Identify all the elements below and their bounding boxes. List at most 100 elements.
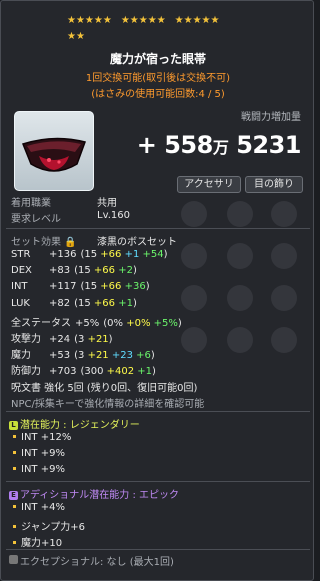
additional-header: E アディショナル潜在能力 : エピック [9, 486, 179, 501]
potential-line-text: INT +9% [21, 464, 65, 475]
stat-row: 防御力 +703 (300 +402 +1) [11, 362, 156, 377]
stat-name: LUK [11, 297, 30, 309]
potential-line-text: ジャンプ力+6 [21, 522, 85, 533]
stat-breakdown-part: +402 [106, 366, 135, 378]
stat-breakdown-part: ) [108, 334, 113, 345]
stat-name: 魔力 [11, 350, 31, 362]
stat-breakdown-part: ) [152, 366, 156, 378]
stat-breakdown-part: +5% [153, 317, 178, 329]
stat-breakdown-part: +21 [87, 334, 109, 345]
exceptional-row: エクセプショナル: なし (最大1回) [9, 553, 174, 568]
set-item-cell [177, 281, 211, 315]
stat-breakdown-part: +23 [111, 350, 133, 362]
set-item-cell [267, 281, 301, 315]
potential-label: 潜在能力 : レジェンダリー [20, 420, 140, 431]
power-increase-value: + 558万 5231 [136, 131, 302, 159]
stat-row: STR +136 (15 +66 +1 +54) [11, 249, 168, 260]
stat-breakdown-part: (15 [74, 265, 94, 277]
set-item-cell [177, 239, 211, 273]
stat-value: +5% [75, 317, 100, 329]
set-effect-label: セット効果 🔒 [11, 233, 77, 248]
additional-label: アディショナル潜在能力 : エピック [20, 490, 180, 501]
stat-breakdown-part: (0% [103, 317, 127, 329]
stat-name: 攻撃力 [11, 334, 41, 345]
stat-row: 攻撃力 +24 (3 +21) [11, 330, 113, 345]
stat-breakdown-part: ) [132, 297, 137, 309]
stat-breakdown-part: ) [177, 317, 182, 329]
scroll-upgrade-info: 呪文書 強化 5回 (残り0回、復旧可能0回) [11, 383, 198, 394]
star-force-row-1: ★★★★★ ★★★★★ ★★★★★ [67, 15, 219, 26]
exchange-info: 1回交換可能(取引後は交換不可) [85, 73, 231, 84]
set-item-cell [177, 197, 211, 231]
potential-line-text: INT +12% [21, 432, 72, 443]
stat-name: DEX [11, 265, 32, 277]
bullet-icon [13, 540, 16, 544]
stat-breakdown-part: (15 [74, 297, 94, 309]
star-group-icon: ★★★★★ [67, 15, 112, 26]
potential-line: ジャンプ力+6 [9, 518, 85, 533]
level-label: 要求レベル [11, 214, 61, 225]
potential-header: L 潜在能力 : レジェンダリー [9, 416, 140, 431]
stat-row: 魔力 +53 (3 +21 +23 +6) [11, 346, 155, 361]
stat-breakdown-part: +66 [93, 265, 116, 277]
stat-value: +136 [49, 249, 77, 260]
stat-breakdown-part: +21 [87, 350, 109, 362]
exceptional-icon [9, 555, 18, 564]
stat-breakdown-part: (300 [80, 366, 107, 378]
set-effect-label-text: セット効果 [11, 237, 61, 248]
stat-breakdown-part: ) [132, 265, 137, 277]
stat-value: +82 [49, 297, 71, 309]
stat-breakdown-part: ) [163, 249, 168, 260]
potential-line: INT +9% [9, 448, 65, 459]
stat-breakdown-part: ) [150, 350, 155, 362]
potential-line-text: INT +9% [21, 448, 65, 459]
potential-line: 魔力+10 [9, 534, 62, 549]
bullet-icon [13, 524, 16, 528]
power-man-unit: 万 [212, 138, 229, 157]
star-group-icon: ★★ [67, 31, 85, 42]
potential-line-text: INT +4% [21, 502, 65, 513]
power-value-man: + 558 [136, 131, 214, 159]
stat-breakdown-part: +54 [142, 249, 164, 260]
stat-name: STR [11, 249, 31, 260]
stat-value: +24 [49, 334, 71, 345]
set-item-cell [267, 239, 301, 273]
item-tooltip: ★★★★★ ★★★★★ ★★★★★ ★★ 魔力が宿った眼帯 1回交換可能(取引後は交… [0, 0, 314, 581]
set-item-cell [267, 323, 301, 357]
stat-row: LUK +82 (15 +66 +1) [11, 298, 137, 309]
divider [6, 411, 310, 412]
stat-name: 全ステータス [11, 317, 71, 329]
star-group-icon: ★★★★★ [174, 15, 220, 26]
stat-value: +703 [49, 366, 77, 378]
stat-breakdown-part: (15 [80, 249, 101, 260]
stat-breakdown-part: (3 [74, 350, 88, 362]
bullet-icon [13, 504, 16, 508]
stat-breakdown-part: +66 [93, 297, 116, 309]
stat-breakdown-part: +1 [137, 366, 153, 378]
stat-breakdown-part: +66 [100, 249, 122, 260]
item-name: 魔力が宿った眼帯 [109, 52, 206, 66]
bullet-icon [13, 450, 16, 454]
stat-name: INT [11, 281, 28, 293]
stat-row: DEX +83 (15 +66 +2) [11, 265, 137, 276]
set-item-cell [223, 239, 257, 273]
stat-breakdown-part: +66 [100, 281, 122, 293]
scissors-info: (はさみの使用可能回数:4 / 5) [91, 89, 225, 100]
stat-name: 防御力 [11, 366, 41, 378]
set-item-cell [223, 197, 257, 231]
npc-hint: NPC/採集キーで強化情報の詳細を確認可能 [11, 399, 205, 410]
potential-line: INT +9% [9, 464, 65, 475]
divider [6, 481, 310, 482]
stat-breakdown-part: +1 [124, 249, 140, 260]
exceptional-label: エクセプショナル: なし (最大1回) [20, 557, 174, 568]
stat-row: 全ステータス +5% (0% +0% +5%) [11, 314, 182, 329]
divider [6, 549, 310, 550]
divider [6, 228, 310, 229]
set-name: 漆黒のボスセット [97, 237, 177, 248]
set-item-cell [267, 197, 301, 231]
set-item-cell [177, 323, 211, 357]
stat-row: INT +117 (15 +66 +36) [11, 281, 150, 292]
stat-value: +83 [49, 265, 71, 277]
job-label: 着用職業 [11, 198, 51, 209]
stat-value: +117 [49, 281, 77, 293]
